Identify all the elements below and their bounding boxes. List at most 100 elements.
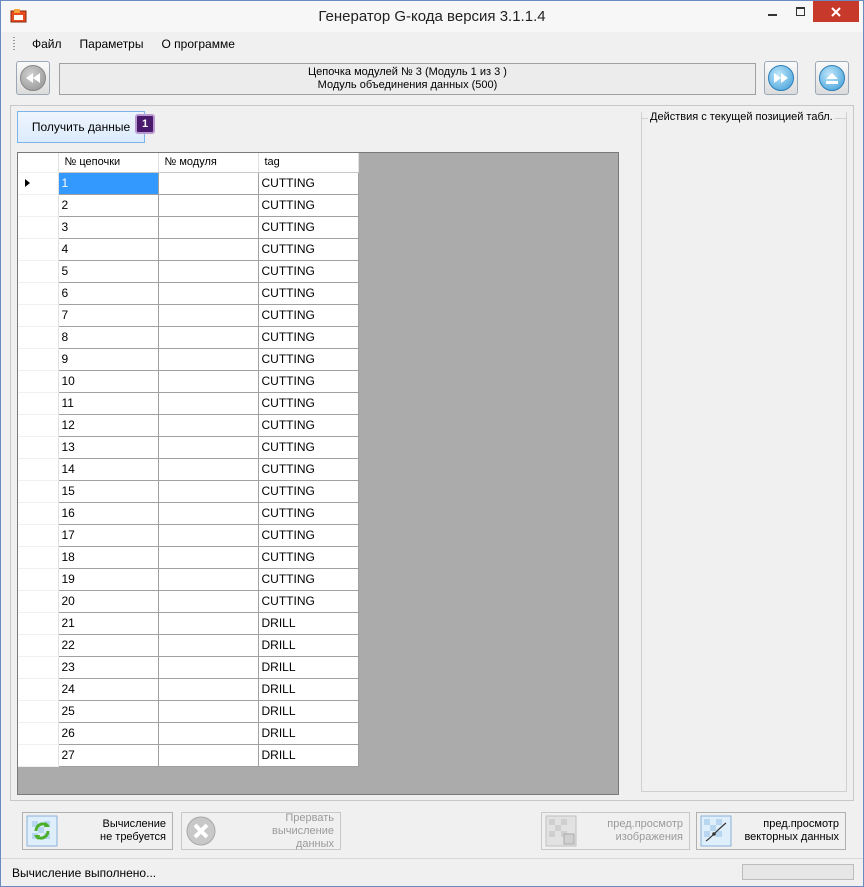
cell-tag[interactable]: CUTTING <box>257 523 359 547</box>
cell-chain-number[interactable]: 4 <box>57 237 159 261</box>
cell-module-number[interactable] <box>157 743 259 767</box>
column-header-module[interactable]: № модуля <box>158 153 259 173</box>
table-row[interactable]: 24 DRILL <box>18 677 359 701</box>
table-row[interactable]: 2 CUTTING <box>18 193 359 217</box>
cell-module-number[interactable] <box>157 435 259 459</box>
cell-chain-number[interactable]: 9 <box>57 347 159 371</box>
cell-module-number[interactable] <box>157 413 259 437</box>
row-header[interactable] <box>18 700 59 723</box>
cell-tag[interactable]: CUTTING <box>257 413 359 437</box>
cell-chain-number[interactable]: 24 <box>57 677 159 701</box>
eject-button[interactable] <box>815 61 849 95</box>
cell-chain-number[interactable]: 25 <box>57 699 159 723</box>
cell-chain-number[interactable]: 7 <box>57 303 159 327</box>
cell-module-number[interactable] <box>157 611 259 635</box>
table-row[interactable]: 23 DRILL <box>18 655 359 679</box>
cell-tag[interactable]: DRILL <box>257 611 359 635</box>
table-row[interactable]: 6 CUTTING <box>18 281 359 305</box>
cell-tag[interactable]: DRILL <box>257 655 359 679</box>
row-header[interactable] <box>18 392 59 415</box>
row-header[interactable] <box>18 502 59 525</box>
menu-file[interactable]: Файл <box>23 37 71 51</box>
table-row[interactable]: 21 DRILL <box>18 611 359 635</box>
table-row[interactable]: 18 CUTTING <box>18 545 359 569</box>
table-row[interactable]: 4 CUTTING <box>18 237 359 261</box>
row-header[interactable] <box>18 260 59 283</box>
cell-chain-number[interactable]: 13 <box>57 435 159 459</box>
cell-module-number[interactable] <box>157 721 259 745</box>
cell-chain-number[interactable]: 21 <box>57 611 159 635</box>
table-row[interactable]: 15 CUTTING <box>18 479 359 503</box>
cell-chain-number[interactable]: 15 <box>57 479 159 503</box>
row-header[interactable] <box>18 436 59 459</box>
cell-module-number[interactable] <box>157 171 259 195</box>
abort-calculation-button[interactable]: Прервать вычисление данных <box>181 812 341 850</box>
row-header[interactable] <box>18 722 59 745</box>
cell-module-number[interactable] <box>157 589 259 613</box>
cell-chain-number[interactable]: 3 <box>57 215 159 239</box>
column-header-tag[interactable]: tag <box>258 153 359 173</box>
cell-module-number[interactable] <box>157 325 259 349</box>
cell-tag[interactable]: CUTTING <box>257 325 359 349</box>
column-header-chain[interactable]: № цепочки <box>58 153 159 173</box>
table-row[interactable]: 10 CUTTING <box>18 369 359 393</box>
cell-module-number[interactable] <box>157 457 259 481</box>
cell-module-number[interactable] <box>157 259 259 283</box>
row-header[interactable] <box>18 634 59 657</box>
row-header[interactable] <box>18 568 59 591</box>
cell-chain-number[interactable]: 14 <box>57 457 159 481</box>
row-header[interactable] <box>18 524 59 547</box>
table-row[interactable]: 8 CUTTING <box>18 325 359 349</box>
cell-chain-number[interactable]: 12 <box>57 413 159 437</box>
cell-chain-number[interactable]: 19 <box>57 567 159 591</box>
table-row[interactable]: 12 CUTTING <box>18 413 359 437</box>
cell-chain-number[interactable]: 20 <box>57 589 159 613</box>
table-row[interactable]: 22 DRILL <box>18 633 359 657</box>
cell-tag[interactable]: CUTTING <box>257 303 359 327</box>
next-module-button[interactable] <box>764 61 798 95</box>
table-row[interactable]: 20 CUTTING <box>18 589 359 613</box>
table-row[interactable]: 25 DRILL <box>18 699 359 723</box>
cell-module-number[interactable] <box>157 699 259 723</box>
maximize-button[interactable] <box>787 1 815 22</box>
minimize-button[interactable] <box>759 1 787 22</box>
cell-tag[interactable]: CUTTING <box>257 259 359 283</box>
cell-module-number[interactable] <box>157 215 259 239</box>
cell-module-number[interactable] <box>157 567 259 591</box>
image-preview-button[interactable]: пред.просмотр изображения <box>541 812 690 850</box>
cell-tag[interactable]: CUTTING <box>257 193 359 217</box>
cell-module-number[interactable] <box>157 501 259 525</box>
table-row[interactable]: 11 CUTTING <box>18 391 359 415</box>
table-row[interactable]: 9 CUTTING <box>18 347 359 371</box>
row-header[interactable] <box>18 480 59 503</box>
previous-module-button[interactable] <box>16 61 50 95</box>
cell-tag[interactable]: CUTTING <box>257 545 359 569</box>
cell-chain-number[interactable]: 26 <box>57 721 159 745</box>
cell-chain-number[interactable]: 11 <box>57 391 159 415</box>
cell-module-number[interactable] <box>157 655 259 679</box>
cell-tag[interactable]: CUTTING <box>257 479 359 503</box>
cell-tag[interactable]: CUTTING <box>257 171 359 195</box>
row-header[interactable] <box>18 590 59 613</box>
cell-chain-number[interactable]: 16 <box>57 501 159 525</box>
table-row[interactable]: 26 DRILL <box>18 721 359 745</box>
cell-tag[interactable]: DRILL <box>257 677 359 701</box>
table-row[interactable]: 17 CUTTING <box>18 523 359 547</box>
cell-module-number[interactable] <box>157 391 259 415</box>
cell-tag[interactable]: CUTTING <box>257 391 359 415</box>
row-header[interactable] <box>18 612 59 635</box>
cell-chain-number[interactable]: 22 <box>57 633 159 657</box>
cell-module-number[interactable] <box>157 677 259 701</box>
table-row[interactable]: 1 CUTTING <box>18 171 359 195</box>
close-window-button[interactable] <box>813 1 859 22</box>
cell-module-number[interactable] <box>157 545 259 569</box>
row-header[interactable] <box>18 216 59 239</box>
table-row[interactable]: 7 CUTTING <box>18 303 359 327</box>
row-header[interactable] <box>18 238 59 261</box>
cell-chain-number[interactable]: 23 <box>57 655 159 679</box>
cell-module-number[interactable] <box>157 281 259 305</box>
table-row[interactable]: 27 DRILL <box>18 743 359 767</box>
calculation-button[interactable]: Вычисление не требуется <box>22 812 173 850</box>
cell-tag[interactable]: DRILL <box>257 633 359 657</box>
cell-module-number[interactable] <box>157 633 259 657</box>
